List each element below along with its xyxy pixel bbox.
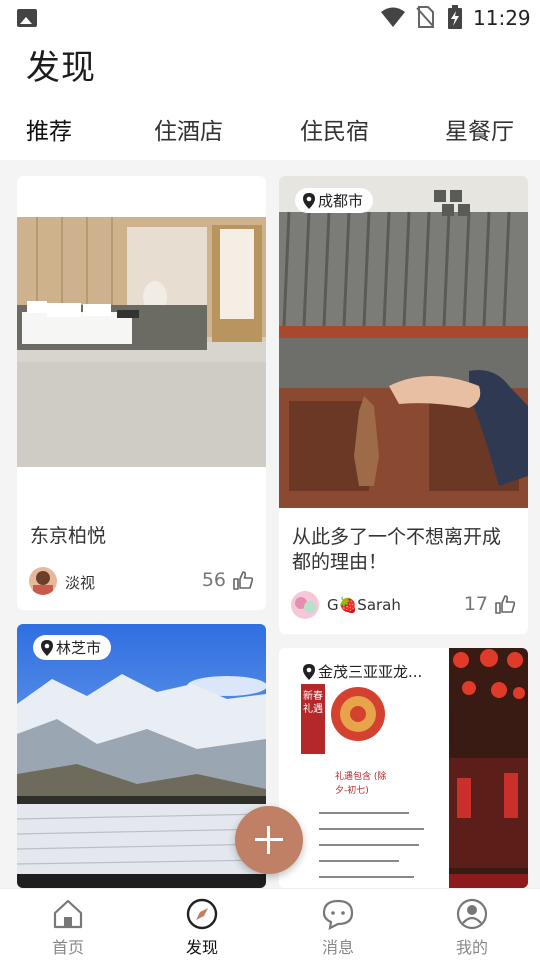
nav-discover[interactable]: 发现 (162, 897, 242, 958)
image-notification-icon (17, 9, 37, 27)
location-pin-icon (303, 663, 315, 680)
tab-restaurants[interactable]: 星餐厅 (445, 112, 514, 146)
category-tabs: 推荐 住酒店 住民宿 星餐厅 (0, 112, 540, 152)
nav-profile[interactable]: 我的 (432, 897, 512, 958)
poster-medallion (331, 687, 385, 741)
nav-label: 消息 (321, 938, 354, 957)
like-count: 17 (463, 593, 488, 615)
nav-home[interactable]: 首页 (28, 897, 108, 958)
home-icon (53, 899, 83, 929)
username[interactable]: 淡视 (65, 572, 95, 593)
post-footer: G🍓Sarah 17 (291, 591, 516, 621)
post-image (17, 217, 266, 467)
nav-label: 我的 (455, 938, 488, 957)
create-post-button[interactable] (235, 806, 303, 874)
post-image (279, 176, 528, 508)
feed-card[interactable]: 东京柏悦 淡视 56 (17, 176, 266, 610)
username[interactable]: G🍓Sarah (327, 596, 401, 614)
location-name: 金茂三亚亚龙... (318, 663, 423, 681)
location-tag[interactable]: 金茂三亚亚龙... (295, 659, 433, 684)
thumbs-up-icon[interactable] (232, 569, 254, 591)
post-title: 东京柏悦 (30, 525, 107, 547)
bottom-nav: 首页 发现 消息 我的 (0, 888, 540, 961)
post-image-poster: 新春礼遇 礼遇包含 (除夕-初七) (279, 648, 447, 888)
location-tag[interactable]: 林芝市 (33, 635, 112, 660)
poster-title: 礼遇包含 (除夕-初七) (335, 772, 387, 796)
like-count: 56 (201, 569, 226, 591)
post-image-lanterns (449, 648, 528, 888)
tab-recommended[interactable]: 推荐 (26, 112, 72, 146)
poster-tag-text: 新春礼遇 (303, 691, 323, 715)
nav-label: 发现 (185, 938, 218, 957)
profile-icon (456, 898, 488, 930)
avatar (29, 567, 57, 595)
location-name: 林芝市 (56, 639, 102, 657)
tab-homestays[interactable]: 住民宿 (300, 112, 369, 146)
wifi-icon (381, 7, 405, 27)
nav-messages[interactable]: 消息 (298, 897, 378, 958)
post-image (17, 624, 266, 888)
location-pin-icon (41, 639, 53, 656)
poster-lines (319, 812, 424, 878)
no-sim-icon (416, 6, 434, 28)
feed-card[interactable]: 林芝市 (17, 624, 266, 888)
avatar (291, 591, 319, 619)
status-time: 11:29 (473, 6, 531, 30)
location-pin-icon (303, 192, 315, 209)
message-icon (322, 899, 354, 930)
post-title: 从此多了一个不想离开成都的理由！ (292, 526, 502, 573)
feed-card[interactable]: 新春礼遇 礼遇包含 (除夕-初七) 金茂三亚亚龙... (279, 648, 528, 888)
battery-charging-icon (448, 5, 462, 29)
tab-hotels[interactable]: 住酒店 (154, 112, 223, 146)
thumbs-up-icon[interactable] (494, 593, 516, 615)
post-footer: 淡视 56 (29, 567, 254, 597)
header: 发现 推荐 住酒店 住民宿 星餐厅 (0, 36, 540, 160)
location-tag[interactable]: 成都市 (295, 188, 374, 213)
location-name: 成都市 (318, 192, 364, 210)
poster-red-tag: 新春礼遇 (301, 684, 325, 754)
status-bar: 11:29 (0, 0, 540, 36)
feed-card[interactable]: 成都市 从此多了一个不想离开成都的理由！ G🍓Sarah 17 (279, 176, 528, 634)
nav-label: 首页 (51, 938, 84, 957)
page-title: 发现 (26, 48, 96, 88)
compass-icon (186, 898, 218, 930)
